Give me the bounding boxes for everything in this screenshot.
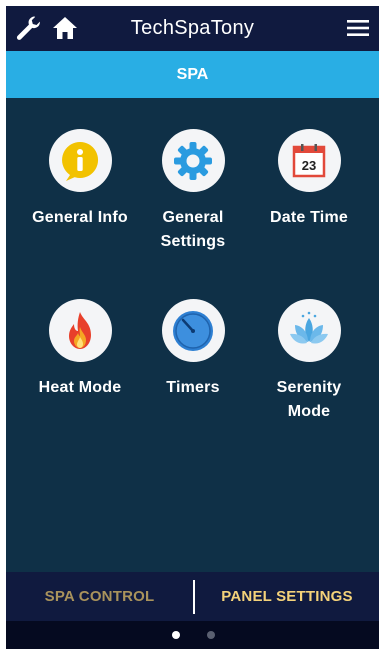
calendar-icon: 23 <box>277 129 341 192</box>
bottom-tab-bar: SPA CONTROL PANEL SETTINGS <box>6 572 379 621</box>
app-title: TechSpaTony <box>130 17 255 39</box>
tile-label: General Info <box>32 209 128 226</box>
tile-label: Heat Mode <box>38 379 122 396</box>
tab-panel-settings[interactable]: PANEL SETTINGS <box>195 572 379 621</box>
tab-spa-control[interactable]: SPA CONTROL <box>6 572 193 621</box>
hamburger-menu-icon[interactable] <box>345 15 371 41</box>
calendar-day: 23 <box>302 158 316 173</box>
tile-label: Serenity Mode <box>276 379 342 420</box>
tile-heat-mode[interactable]: Heat Mode <box>18 299 142 400</box>
page-indicator <box>6 621 379 649</box>
tile-label: Timers <box>166 379 220 396</box>
gear-icon <box>161 129 225 192</box>
top-bar: TechSpaTony <box>6 6 379 51</box>
tile-serenity-mode[interactable]: Serenity Mode <box>247 299 371 424</box>
timer-icon <box>161 299 225 362</box>
page-dot-active[interactable] <box>172 631 180 639</box>
tile-general-info[interactable]: General Info <box>18 129 142 230</box>
tile-label: Date Time <box>270 209 348 226</box>
section-header: SPA <box>6 51 379 98</box>
lotus-icon <box>277 299 341 362</box>
tile-date-time[interactable]: 23 Date Time <box>247 129 371 230</box>
app-frame: TechSpaTony SPA General Info General Set… <box>6 6 379 649</box>
tile-general-settings[interactable]: General Settings <box>131 129 255 254</box>
page-dot-inactive[interactable] <box>207 631 215 639</box>
tile-timers[interactable]: Timers <box>131 299 255 400</box>
info-icon <box>48 129 112 192</box>
flame-icon <box>48 299 112 362</box>
tile-label: General Settings <box>160 209 226 250</box>
